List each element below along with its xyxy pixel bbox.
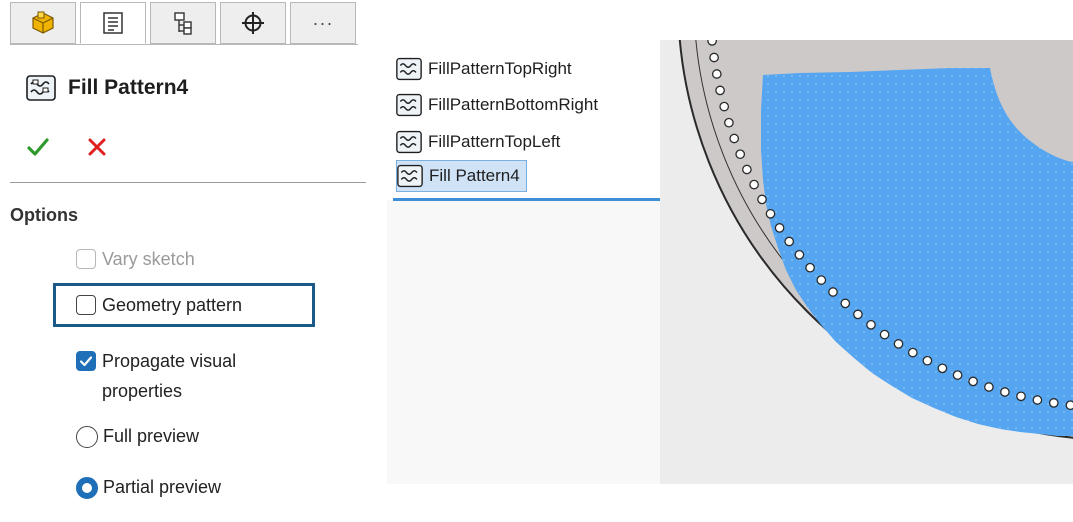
fill-pattern-icon xyxy=(396,130,422,154)
tree-item-label: FillPatternTopRight xyxy=(428,59,572,78)
propagate-visual-properties-checkbox[interactable] xyxy=(76,351,96,371)
perimeter-hole xyxy=(937,363,948,374)
tree-item-fillpatternbottomright[interactable]: FillPatternBottomRight xyxy=(396,89,604,121)
dimxpert-manager-tab[interactable] xyxy=(220,2,286,44)
graphics-area[interactable] xyxy=(660,40,1073,484)
perimeter-hole xyxy=(735,149,746,160)
checkmark-icon xyxy=(27,138,49,156)
section-divider xyxy=(10,182,366,183)
propagate-visual-properties-option[interactable]: Propagate visual properties xyxy=(76,346,236,406)
partial-preview-radio[interactable] xyxy=(76,477,98,499)
fill-pattern-icon xyxy=(397,164,423,188)
perimeter-hole xyxy=(711,69,722,79)
property-list-icon xyxy=(103,12,123,34)
configuration-manager-tab[interactable] xyxy=(150,2,216,44)
perimeter-hole xyxy=(907,347,918,358)
perimeter-hole xyxy=(724,117,734,128)
perimeter-hole xyxy=(1016,391,1026,402)
tabs-divider xyxy=(10,44,358,45)
full-preview-label: Full preview xyxy=(103,426,200,446)
part-features-icon xyxy=(32,11,54,34)
vary-sketch-option: Vary sketch xyxy=(76,249,195,270)
property-manager-title: Fill Pattern4 xyxy=(68,76,189,99)
ok-button[interactable] xyxy=(25,134,51,160)
vary-sketch-label: Vary sketch xyxy=(102,249,195,269)
crosshair-icon xyxy=(242,12,264,34)
manager-tabs: ··· xyxy=(10,0,358,46)
checkmark-icon xyxy=(79,355,92,366)
perimeter-hole xyxy=(719,101,730,112)
perimeter-hole xyxy=(749,179,759,190)
perimeter-hole xyxy=(1065,400,1073,411)
more-icon: ··· xyxy=(312,12,334,33)
perimeter-hole xyxy=(729,133,740,144)
perimeter-hole xyxy=(816,275,827,285)
tree-item-fillpatterntopleft[interactable]: FillPatternTopLeft xyxy=(396,126,566,158)
propagate-label-line2: properties xyxy=(102,381,183,401)
perimeter-hole xyxy=(707,40,717,46)
tree-item-label: FillPatternTopLeft xyxy=(428,132,561,151)
perimeter-hole xyxy=(984,382,994,392)
x-icon xyxy=(88,138,106,156)
fill-pattern-icon xyxy=(396,57,422,81)
perimeter-hole xyxy=(784,236,795,247)
tree-item-fillpatterntopright[interactable]: FillPatternTopRight xyxy=(396,53,578,85)
feature-manager-tab[interactable] xyxy=(10,2,76,44)
perimeter-hole xyxy=(952,370,963,380)
perimeter-hole xyxy=(893,339,904,349)
propagate-label-line1: Propagate visual xyxy=(102,351,237,371)
full-preview-option[interactable]: Full preview xyxy=(76,426,199,448)
perimeter-hole xyxy=(715,85,725,96)
perimeter-hole xyxy=(774,223,785,233)
perimeter-hole xyxy=(866,319,876,330)
perimeter-hole xyxy=(840,298,851,309)
tree-item-label: Fill Pattern4 xyxy=(429,166,520,185)
perimeter-hole xyxy=(968,376,978,387)
property-manager-panel: ··· Fill Pattern4 Options Vary sketch Ge… xyxy=(0,0,366,522)
vary-sketch-checkbox xyxy=(76,249,96,269)
configuration-icon xyxy=(174,12,192,35)
perimeter-hole xyxy=(1032,395,1043,405)
propagate-visual-properties-label: Propagate visual properties xyxy=(102,346,236,406)
more-tab[interactable]: ··· xyxy=(290,2,356,44)
perimeter-hole xyxy=(922,355,933,366)
fill-pattern-icon xyxy=(396,93,422,117)
geometry-pattern-option[interactable]: Geometry pattern xyxy=(76,295,242,316)
perimeter-hole xyxy=(853,309,863,320)
geometry-pattern-label: Geometry pattern xyxy=(102,295,243,315)
feature-tree-rollback-bar[interactable] xyxy=(393,198,660,201)
perimeter-hole xyxy=(1000,387,1010,397)
tree-item-fill-pattern4[interactable]: Fill Pattern4 xyxy=(396,160,527,192)
perimeter-hole xyxy=(828,287,838,297)
perimeter-hole xyxy=(742,164,752,175)
perimeter-hole xyxy=(709,52,719,63)
partial-preview-label: Partial preview xyxy=(103,477,222,497)
tree-item-label: FillPatternBottomRight xyxy=(428,95,599,114)
full-preview-radio[interactable] xyxy=(76,426,98,448)
feature-tree-lower-pane xyxy=(387,200,660,484)
perimeter-hole xyxy=(757,194,767,205)
part-preview-graphic xyxy=(678,40,1073,439)
geometry-pattern-checkbox[interactable] xyxy=(76,295,96,315)
cancel-button[interactable] xyxy=(84,134,110,160)
fill-pattern-icon xyxy=(26,75,56,101)
perimeter-hole xyxy=(805,262,815,273)
property-manager-header: Fill Pattern4 xyxy=(26,70,188,106)
property-manager-tab[interactable] xyxy=(80,2,146,44)
partial-preview-option[interactable]: Partial preview xyxy=(76,477,221,499)
perimeter-hole xyxy=(794,249,805,260)
perimeter-hole xyxy=(765,208,776,219)
perimeter-hole xyxy=(1048,398,1059,408)
options-heading: Options xyxy=(10,205,78,225)
perimeter-hole xyxy=(879,329,890,340)
